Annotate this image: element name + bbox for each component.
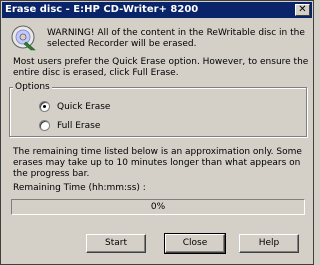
time-approximation-note: The remaining time listed below is an ap… <box>13 147 302 179</box>
full-erase-label[interactable]: Full Erase <box>57 120 100 132</box>
full-erase-radio[interactable] <box>39 120 50 131</box>
options-legend: Options <box>13 82 52 92</box>
help-button[interactable]: Help <box>239 234 299 253</box>
warning-message: WARNING! All of the content in the ReWri… <box>47 28 305 49</box>
erase-progress-bar: 0% <box>11 199 305 215</box>
window-title: Erase disc - E:HP CD-Writer+ 8200 <box>5 4 199 15</box>
close-button[interactable]: Close <box>164 233 226 254</box>
quick-erase-label[interactable]: Quick Erase <box>57 101 110 113</box>
disc-icon <box>11 25 36 51</box>
erase-disc-dialog: Erase disc - E:HP CD-Writer+ 8200 ✕ WARN… <box>0 0 314 265</box>
start-button[interactable]: Start <box>86 234 146 253</box>
erase-description: Most users prefer the Quick Erase option… <box>13 57 309 78</box>
close-window-button[interactable]: ✕ <box>295 4 310 16</box>
title-bar[interactable]: Erase disc - E:HP CD-Writer+ 8200 ✕ <box>2 2 312 18</box>
quick-erase-radio[interactable] <box>39 101 50 112</box>
options-group <box>9 87 307 137</box>
progress-percent: 0% <box>150 202 166 212</box>
radio-selected-dot <box>43 105 46 108</box>
remaining-time-label: Remaining Time (hh:mm:ss) : <box>13 183 146 193</box>
